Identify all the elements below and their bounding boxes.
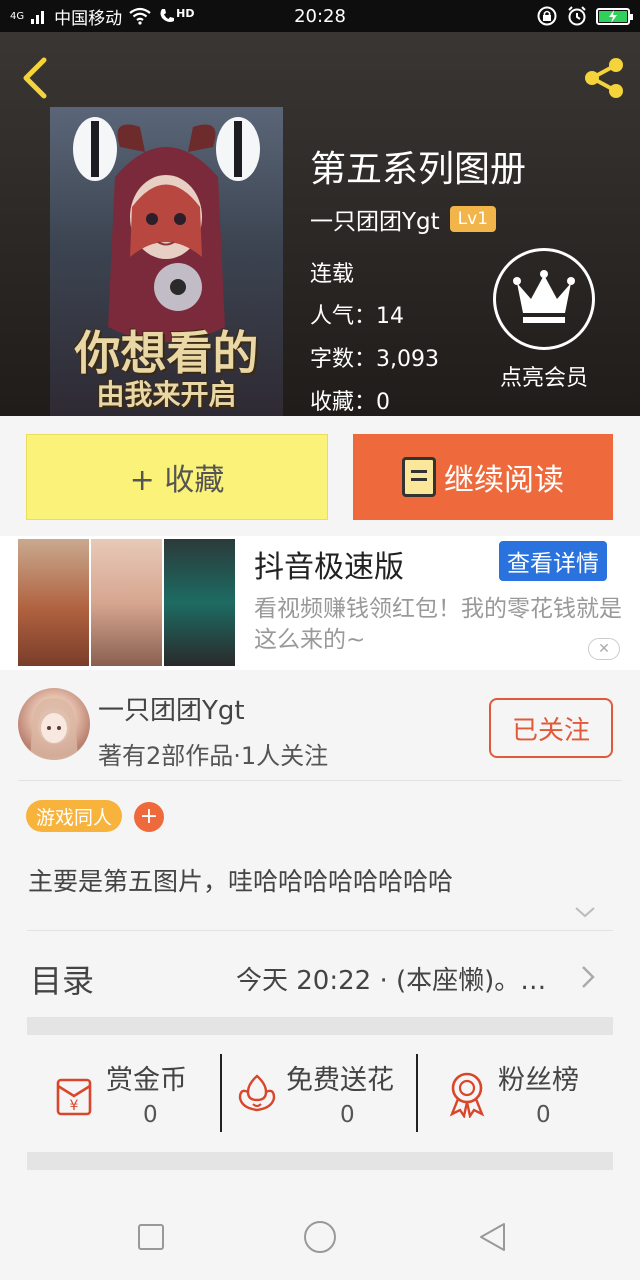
hd-label: HD [176, 6, 195, 20]
book-header: 你想看的 由我来开启 第五系列图册 一只团团Ygt Lv1 连载 人气：14 字… [0, 32, 640, 416]
stat-reward-coins[interactable]: ¥ 赏金币 0 [52, 1044, 202, 1144]
level-badge: Lv1 [449, 206, 497, 232]
home-icon[interactable] [303, 1220, 337, 1254]
wifi-icon [129, 7, 151, 25]
back-button[interactable] [18, 54, 52, 102]
stat-value: 0 [143, 1102, 158, 1128]
stat-label: 免费送花 [286, 1065, 394, 1096]
divider [220, 1054, 222, 1132]
recent-apps-icon[interactable] [137, 1223, 165, 1251]
share-icon [585, 58, 623, 98]
stat-label: 赏金币 [106, 1065, 187, 1096]
ad-banner[interactable]: 抖音极速版 查看详情 看视频赚钱领红包！我的零花钱就是这么来的~ [0, 536, 640, 670]
status-bar: 4G 中国移动 HD 20:28 [0, 0, 640, 32]
ad-thumbnail[interactable] [18, 539, 235, 666]
flower-icon [238, 1074, 276, 1112]
section-separator [27, 1152, 613, 1170]
stat-label: 粉丝榜 [498, 1065, 579, 1096]
table-of-contents-row[interactable]: 目录 今天 20:22 · (本座懒)。… [0, 936, 640, 1016]
author-block-works: 著有2部作品·1人关注 [98, 742, 329, 770]
back-arrow-icon [23, 57, 47, 99]
continue-reading-label: 继续阅读 [444, 463, 564, 498]
avatar[interactable] [18, 688, 90, 760]
svg-text:¥: ¥ [70, 1098, 79, 1114]
medal-icon [449, 1072, 485, 1118]
vip-label: 点亮会员 [499, 366, 588, 391]
system-nav-bar [0, 1190, 640, 1280]
signal-icon [31, 11, 45, 24]
book-cover[interactable]: 你想看的 由我来开启 [50, 107, 283, 416]
author-name[interactable]: 一只团团Ygt [310, 202, 440, 236]
stat-value: 0 [340, 1102, 355, 1128]
carrier-label: 中国移动 [54, 8, 123, 29]
chevron-right-icon [582, 966, 595, 988]
stat-value: 0 [536, 1102, 551, 1128]
battery-icon [596, 7, 633, 25]
stat-fan-ranking[interactable]: 粉丝榜 0 [446, 1044, 596, 1144]
signal-label: 4G [10, 10, 25, 22]
follow-button[interactable]: 已关注 [489, 698, 613, 758]
author-block-name[interactable]: 一只团团Ygt [98, 690, 245, 727]
book-word-count: 字数：3,093 [310, 347, 439, 372]
book-popularity: 人气：14 [310, 304, 404, 329]
ad-close-button[interactable]: ✕ [588, 638, 620, 660]
toc-title: 目录 [30, 962, 95, 1000]
tag-game-fanfic[interactable]: 游戏同人 [26, 800, 123, 832]
divider [27, 930, 613, 931]
book-description: 主要是第五图片，哇哈哈哈哈哈哈哈哈 [28, 867, 454, 896]
ad-details-button[interactable]: 查看详情 [499, 541, 607, 581]
ad-title: 抖音极速版 [254, 550, 404, 585]
author-row[interactable]: 一只团团Ygt Lv1 [310, 202, 497, 236]
divider [18, 780, 622, 781]
book-icon [402, 457, 436, 497]
toc-latest-chapter: 今天 20:22 · (本座懒)。… [236, 966, 547, 996]
collect-label: + 收藏 [129, 463, 225, 498]
cover-title-line2: 由我来开启 [96, 378, 237, 411]
chevron-down-icon[interactable] [574, 904, 596, 920]
book-favorites: 收藏：0 [310, 390, 390, 415]
share-button[interactable] [580, 54, 628, 102]
stats-row: ¥ 赏金币 0 免费送花 0 粉丝榜 0 [0, 1044, 640, 1144]
book-status: 连载 [310, 262, 355, 287]
add-tag-button[interactable]: + [134, 802, 164, 832]
divider [416, 1054, 418, 1132]
stat-free-flowers[interactable]: 免费送花 0 [236, 1044, 416, 1144]
crown-icon [513, 270, 575, 323]
red-envelope-icon: ¥ [56, 1078, 92, 1116]
alarm-icon [568, 6, 586, 26]
author-block[interactable]: 一只团团Ygt 著有2部作品·1人关注 已关注 [0, 680, 640, 780]
continue-reading-button[interactable]: 继续阅读 [353, 434, 613, 520]
cover-title-line1: 你想看的 [74, 326, 259, 380]
lock-rotation-icon [537, 6, 557, 26]
section-separator [27, 1017, 613, 1035]
phone-icon [160, 9, 175, 22]
vip-button[interactable]: 点亮会员 [493, 248, 595, 392]
book-title: 第五系列图册 [310, 149, 527, 190]
back-triangle-icon[interactable] [478, 1221, 508, 1253]
ad-description: 看视频赚钱领红包！我的零花钱就是这么来的~ [254, 596, 622, 653]
collect-button[interactable]: + 收藏 [26, 434, 328, 520]
